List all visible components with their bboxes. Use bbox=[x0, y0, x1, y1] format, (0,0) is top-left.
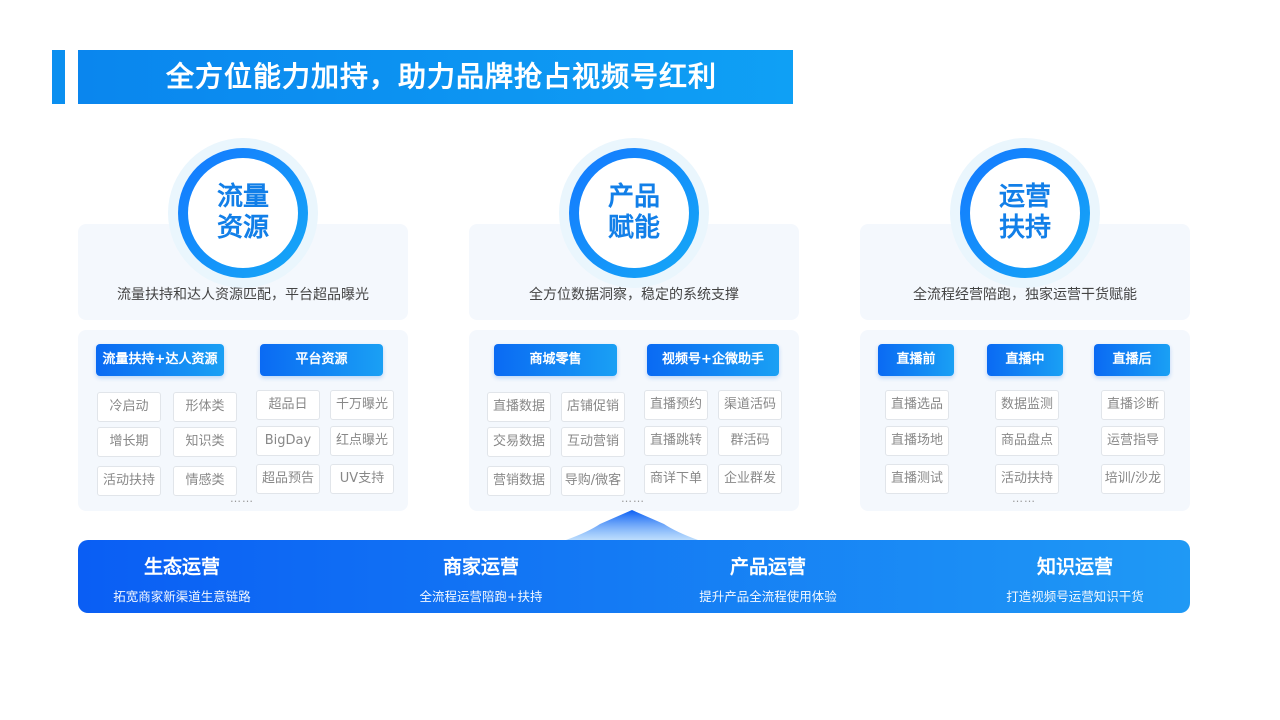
tag: 红点曝光 bbox=[330, 426, 394, 456]
tag: 知识类 bbox=[173, 427, 237, 457]
column-product-empowerment: 全方位数据洞察，稳定的系统支撑 产品 赋能 商城零售 视频号+企微助手 直播数据… bbox=[469, 138, 799, 513]
category-label: 直播前 bbox=[878, 344, 954, 376]
column-body-card: 流量扶持+达人资源 平台资源 冷启动 形体类 超品日 千万曝光 增长期 知识类 … bbox=[78, 330, 408, 511]
feature-knowledge-ops: 知识运营 打造视频号运营知识干货 bbox=[995, 554, 1155, 605]
column-circle: 流量 资源 bbox=[168, 138, 318, 288]
feature-ecosystem-ops: 生态运营 拓宽商家新渠道生意链路 bbox=[102, 554, 262, 605]
tag: 千万曝光 bbox=[330, 390, 394, 420]
more-ellipsis: …… bbox=[621, 492, 645, 505]
column-circle: 运营 扶持 bbox=[950, 138, 1100, 288]
feature-subtitle: 全流程运营陪跑+扶持 bbox=[419, 589, 543, 604]
tag: 培训/沙龙 bbox=[1101, 464, 1165, 494]
tag: 直播预约 bbox=[644, 390, 708, 420]
tag: 互动营销 bbox=[561, 427, 625, 457]
tag: 商详下单 bbox=[644, 464, 708, 494]
feature-title: 商家运营 bbox=[442, 556, 519, 578]
feature-product-ops: 产品运营 提升产品全流程使用体验 bbox=[688, 554, 848, 605]
feature-title: 知识运营 bbox=[1036, 556, 1113, 578]
category-label: 商城零售 bbox=[494, 344, 617, 376]
feature-merchant-ops: 商家运营 全流程运营陪跑+扶持 bbox=[401, 554, 561, 605]
title-banner: 全方位能力加持，助力品牌抢占视频号红利 bbox=[78, 50, 793, 104]
tag: 群活码 bbox=[718, 426, 782, 456]
up-arrow-icon bbox=[566, 510, 698, 540]
tag: 直播数据 bbox=[487, 392, 551, 422]
feature-subtitle: 提升产品全流程使用体验 bbox=[699, 589, 837, 604]
title-accent-bar bbox=[52, 50, 65, 104]
more-ellipsis: …… bbox=[230, 492, 254, 505]
feature-title: 产品运营 bbox=[729, 556, 806, 578]
tag: 店铺促销 bbox=[561, 392, 625, 422]
tag: 数据监测 bbox=[995, 390, 1059, 420]
tag: 直播测试 bbox=[885, 464, 949, 494]
category-label: 平台资源 bbox=[260, 344, 383, 376]
category-label: 直播后 bbox=[1094, 344, 1170, 376]
tag: 运营指导 bbox=[1101, 426, 1165, 456]
tag: 直播诊断 bbox=[1101, 390, 1165, 420]
tag: 企业群发 bbox=[718, 464, 782, 494]
tag: 形体类 bbox=[173, 392, 237, 422]
tag: 情感类 bbox=[173, 466, 237, 496]
tag: 直播选品 bbox=[885, 390, 949, 420]
more-ellipsis: …… bbox=[1012, 492, 1036, 505]
tag: 超品预告 bbox=[256, 464, 320, 494]
feature-subtitle: 拓宽商家新渠道生意链路 bbox=[113, 589, 251, 604]
feature-subtitle: 打造视频号运营知识干货 bbox=[1006, 589, 1144, 604]
tag: UV支持 bbox=[330, 464, 394, 494]
tag: 活动扶持 bbox=[97, 466, 161, 496]
tag: BigDay bbox=[256, 426, 320, 456]
tag: 增长期 bbox=[97, 427, 161, 457]
tag: 超品日 bbox=[256, 390, 320, 420]
category-label: 直播中 bbox=[987, 344, 1063, 376]
tag: 商品盘点 bbox=[995, 426, 1059, 456]
bottom-feature-bar: 生态运营 拓宽商家新渠道生意链路 商家运营 全流程运营陪跑+扶持 产品运营 提升… bbox=[78, 540, 1190, 613]
column-operations-support: 全流程经营陪跑，独家运营干货赋能 运营 扶持 直播前 直播中 直播后 直播选品 … bbox=[860, 138, 1190, 513]
column-body-card: 直播前 直播中 直播后 直播选品 数据监测 直播诊断 直播场地 商品盘点 运营指… bbox=[860, 330, 1190, 511]
tag: 冷启动 bbox=[97, 392, 161, 422]
feature-title: 生态运营 bbox=[143, 556, 220, 578]
column-circle-label: 流量 资源 bbox=[216, 182, 269, 243]
category-label: 视频号+企微助手 bbox=[647, 344, 779, 376]
tag: 导购/微客 bbox=[561, 466, 625, 496]
column-circle-label: 产品 赋能 bbox=[607, 182, 660, 243]
tag: 交易数据 bbox=[487, 427, 551, 457]
tag: 活动扶持 bbox=[995, 464, 1059, 494]
tag: 渠道活码 bbox=[718, 390, 782, 420]
tag: 营销数据 bbox=[487, 466, 551, 496]
column-traffic-resources: 流量扶持和达人资源匹配，平台超品曝光 流量 资源 流量扶持+达人资源 平台资源 … bbox=[78, 138, 408, 513]
column-circle: 产品 赋能 bbox=[559, 138, 709, 288]
tag: 直播跳转 bbox=[644, 426, 708, 456]
column-circle-label: 运营 扶持 bbox=[998, 182, 1051, 243]
page-title: 全方位能力加持，助力品牌抢占视频号红利 bbox=[166, 60, 718, 93]
tag: 直播场地 bbox=[885, 426, 949, 456]
category-label: 流量扶持+达人资源 bbox=[96, 344, 224, 376]
column-body-card: 商城零售 视频号+企微助手 直播数据 店铺促销 直播预约 渠道活码 交易数据 互… bbox=[469, 330, 799, 511]
